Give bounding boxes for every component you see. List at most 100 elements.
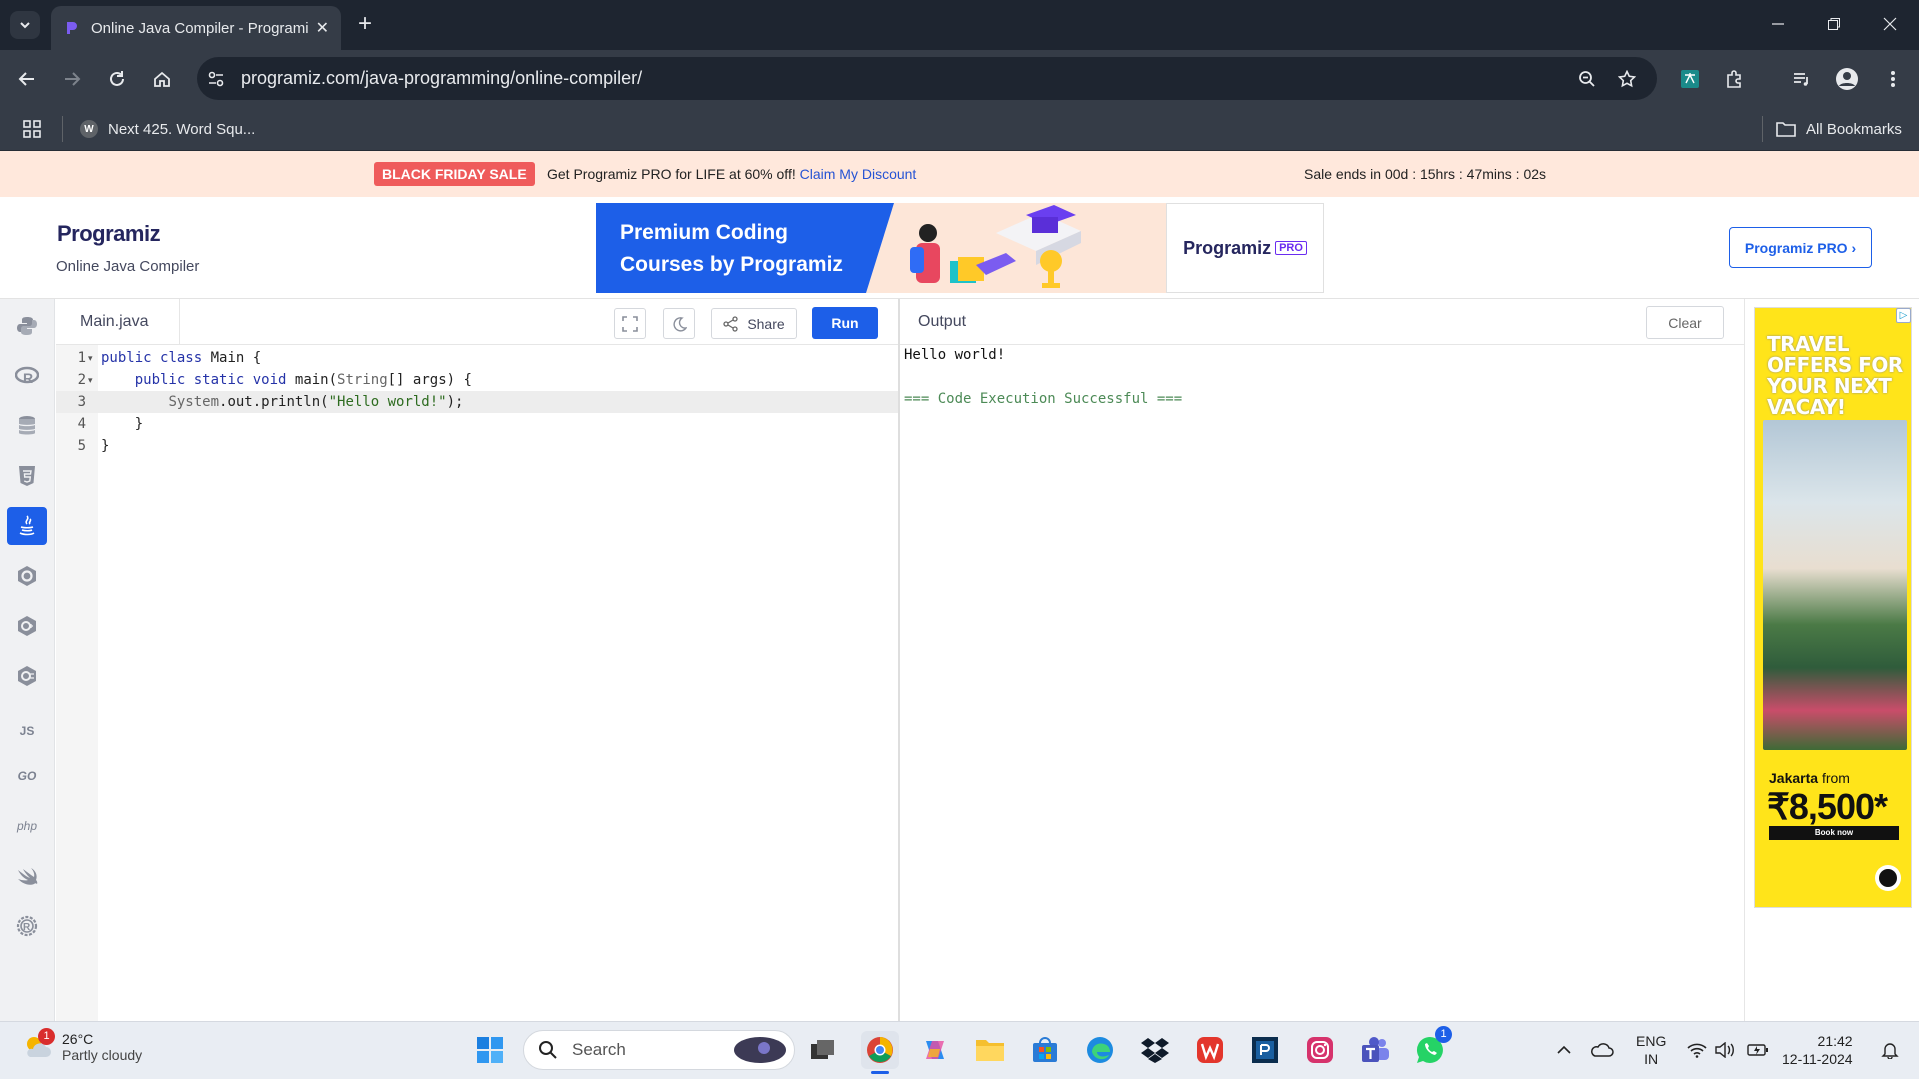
file-tab[interactable]: Main.java: [56, 299, 180, 345]
fullscreen-button[interactable]: [614, 308, 646, 339]
programiz-logo[interactable]: Programiz: [57, 221, 161, 247]
back-button[interactable]: [11, 63, 43, 95]
lang-rust[interactable]: R: [7, 907, 47, 945]
bookmarks-divider: [1762, 116, 1763, 142]
weather-text: 26°C Partly cloudy: [62, 1031, 142, 1063]
all-bookmarks-button[interactable]: All Bookmarks: [1776, 115, 1902, 143]
lang-csharp[interactable]: [7, 657, 47, 695]
code-line[interactable]: System.out.println("Hello world!");: [101, 391, 463, 413]
chrome-menu-button[interactable]: [1877, 63, 1909, 95]
programiz-favicon-icon: [67, 22, 77, 34]
lang-cpp[interactable]: [7, 607, 47, 645]
media-controls-button[interactable]: [1786, 63, 1818, 95]
apps-button[interactable]: [16, 113, 48, 145]
bookmark-item[interactable]: W Next 425. Word Squ...: [80, 115, 255, 143]
output-right-border: [1744, 299, 1745, 1021]
store-icon: [1033, 1037, 1057, 1062]
profile-button[interactable]: [1831, 63, 1863, 95]
lang-php[interactable]: php: [7, 807, 47, 845]
fold-toggle-icon[interactable]: ▾: [88, 347, 93, 369]
taskbar-chrome[interactable]: [861, 1031, 899, 1069]
bookmark-star-button[interactable]: [1611, 63, 1643, 95]
lang-html[interactable]: [7, 457, 47, 495]
taskbar-instagram[interactable]: [1301, 1031, 1339, 1069]
sale-badge: BLACK FRIDAY SALE: [374, 162, 535, 186]
output-header: [900, 299, 1744, 345]
code-line[interactable]: public static void main(String[] args) {: [101, 369, 472, 391]
lang-r[interactable]: R: [7, 357, 47, 395]
lang-swift[interactable]: [7, 857, 47, 895]
site-info-button[interactable]: [200, 63, 232, 95]
bookmarks-divider: [62, 116, 63, 142]
url-text[interactable]: programiz.com/java-programming/online-co…: [241, 68, 642, 89]
code-line[interactable]: public class Main {: [101, 347, 261, 369]
lang-go[interactable]: GO: [7, 757, 47, 795]
side-ad-book-now[interactable]: Book now: [1769, 826, 1899, 840]
zoom-button[interactable]: [1571, 63, 1603, 95]
taskbar-store[interactable]: [1026, 1031, 1064, 1069]
restore-window-button[interactable]: [1814, 8, 1854, 40]
weather-widget[interactable]: 1 26°C Partly cloudy: [22, 1028, 142, 1063]
code-line[interactable]: }: [101, 413, 143, 435]
all-bookmarks-label: All Bookmarks: [1806, 120, 1902, 138]
chevron-up-icon: [1557, 1045, 1571, 1054]
programiz-pro-button[interactable]: Programiz PRO ›: [1729, 227, 1872, 268]
onedrive-button[interactable]: [1586, 1034, 1618, 1066]
minimize-window-button[interactable]: [1758, 8, 1798, 40]
ad-choices-icon[interactable]: ▷: [1896, 308, 1911, 323]
task-view-icon: [811, 1040, 834, 1059]
lang-js[interactable]: JS: [7, 712, 47, 750]
volume-button[interactable]: [1709, 1034, 1741, 1066]
extension-translate-button[interactable]: [1674, 63, 1706, 95]
new-tab-button[interactable]: +: [350, 10, 380, 40]
taskbar-teams[interactable]: [1356, 1031, 1394, 1069]
fold-toggle-icon[interactable]: ▾: [88, 369, 93, 391]
chrome-icon: [867, 1037, 893, 1063]
share-button[interactable]: Share: [711, 308, 797, 339]
start-button[interactable]: [471, 1031, 509, 1069]
taskbar-copilot[interactable]: [916, 1031, 954, 1069]
taskbar-file-explorer[interactable]: [971, 1031, 1009, 1069]
side-ad-price: ₹8,500*: [1767, 786, 1888, 827]
tab-search-button[interactable]: [10, 11, 40, 39]
taskbar-dropbox[interactable]: [1136, 1031, 1174, 1069]
side-ad[interactable]: TRAVEL OFFERS FOR YOUR NEXT VACAY! Jakar…: [1754, 307, 1912, 908]
database-icon: [18, 416, 36, 435]
close-tab-icon[interactable]: ✕: [316, 18, 329, 38]
clock-time: 21:42: [1817, 1033, 1853, 1049]
close-window-button[interactable]: [1870, 8, 1910, 40]
taskbar-edge[interactable]: [1081, 1031, 1119, 1069]
taskbar-clock[interactable]: 21:42 12-11-2024: [1782, 1032, 1853, 1068]
dark-mode-toggle[interactable]: [663, 308, 695, 339]
reload-button[interactable]: [101, 63, 133, 95]
run-button[interactable]: Run: [812, 307, 878, 339]
lang-c[interactable]: [7, 557, 47, 595]
lang-sql[interactable]: [7, 407, 47, 445]
home-button[interactable]: [146, 63, 178, 95]
claim-discount-link[interactable]: Claim My Discount: [800, 166, 917, 182]
taskbar-pycharm[interactable]: [1246, 1031, 1284, 1069]
taskbar-search[interactable]: Search: [523, 1030, 795, 1070]
code-editor[interactable]: [98, 345, 898, 1021]
banner-ad[interactable]: Premium Coding Courses by Programiz Prog…: [596, 203, 1324, 293]
extensions-button[interactable]: [1719, 63, 1751, 95]
notifications-button[interactable]: [1874, 1034, 1906, 1066]
lang-python[interactable]: [7, 307, 47, 345]
battery-button[interactable]: [1742, 1034, 1774, 1066]
ad-headline: Premium Coding Courses by Programiz: [596, 203, 866, 293]
svg-text:R: R: [23, 922, 31, 933]
lang-java[interactable]: [7, 507, 47, 545]
clear-button[interactable]: Clear: [1646, 306, 1724, 339]
code-line[interactable]: }: [101, 435, 109, 457]
line-number: 5: [77, 438, 86, 454]
task-view-button[interactable]: [804, 1031, 842, 1069]
taskbar-wps[interactable]: [1191, 1031, 1229, 1069]
dropbox-icon: [1141, 1038, 1169, 1063]
show-hidden-icons-button[interactable]: [1548, 1034, 1580, 1066]
whatsapp-badge: 1: [1435, 1026, 1452, 1043]
taskbar-whatsapp[interactable]: 1: [1411, 1026, 1452, 1069]
browser-tab-active[interactable]: Online Java Compiler - Programiz ✕: [51, 6, 341, 50]
forward-button[interactable]: [56, 63, 88, 95]
r-language-icon: R: [15, 366, 39, 386]
input-language-indicator[interactable]: ENG IN: [1636, 1032, 1666, 1068]
